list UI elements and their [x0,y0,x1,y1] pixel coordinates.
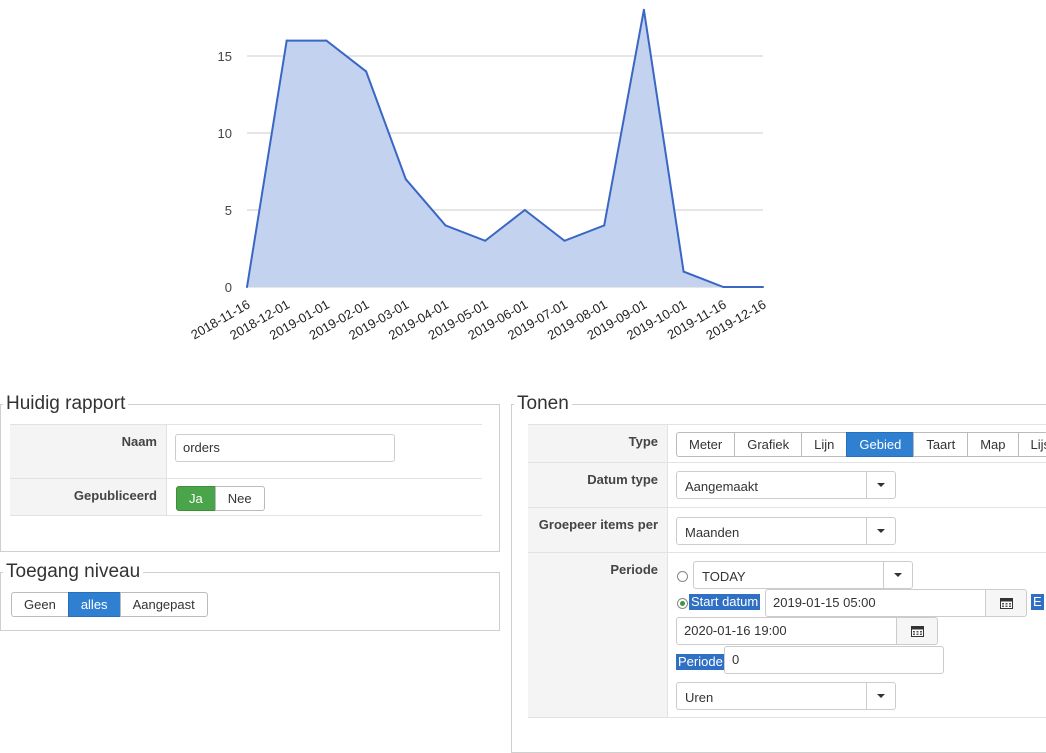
access-custom-button[interactable]: Aangepast [119,592,208,617]
area-chart: 0 5 10 15 2018-11-162018-12-012019-01-01201… [188,8,769,343]
published-row: Gepubliceerd Ja Nee [10,478,482,516]
data-point [682,270,685,273]
start-date-label: Start datum [689,594,761,610]
x-axis-ticks: 2018-11-162018-12-012019-01-012019-02-01… [188,297,768,343]
type-meter-button[interactable]: Meter [676,432,736,457]
access-level-legend: Toegang niveau [6,561,141,582]
group-by-value: Maanden [685,525,740,540]
date-type-select[interactable]: Aangemaakt [676,471,896,499]
published-yes-button[interactable]: Ja [176,486,216,511]
data-point [642,8,645,11]
access-none-button[interactable]: Geen [11,592,69,617]
period-label: Periode [528,553,668,717]
type-label: Type [528,425,668,462]
published-toggle: Ja Nee [176,486,265,511]
calendar-icon [910,626,924,637]
type-gebied-button[interactable]: Gebied [846,432,915,457]
date-type-label: Datum type [528,463,668,507]
chevron-down-icon [866,683,895,709]
name-input[interactable]: orders [175,434,395,462]
data-point [523,209,526,211]
group-by-label: Groepeer items per [528,508,668,552]
data-point [325,39,328,42]
display-legend: Tonen [517,393,569,414]
type-grafiek-button[interactable]: Grafiek [734,432,803,457]
end-date-input[interactable]: 2020-01-16 19:00 [676,617,898,645]
date-type-row: Datum type Aangemaakt [528,462,1046,507]
data-point [404,178,407,181]
data-point [484,239,487,242]
period-preset-select[interactable]: TODAY [693,561,913,589]
y-tick-label: 5 [225,203,232,218]
area-fill [247,9,763,288]
data-point [444,224,447,227]
y-tick-label: 10 [218,126,232,141]
period-preset-value: TODAY [702,569,746,584]
start-date-calendar-button[interactable] [985,589,1027,617]
type-taart-button[interactable]: Taart [913,432,969,457]
published-no-button[interactable]: Nee [214,486,265,511]
start-date-input[interactable]: 2019-01-15 05:00 [765,589,987,617]
type-lijn-button[interactable]: Lijn [801,432,848,457]
data-point [603,224,606,227]
type-lijst-button[interactable]: Lijs [1017,432,1046,457]
y-axis-ticks: 0 5 10 15 [218,49,232,295]
data-point [246,286,248,288]
chevron-down-icon [883,562,912,588]
name-label: Naam [10,425,167,478]
data-point [365,70,368,73]
name-row: Naam orders [10,424,482,478]
chevron-down-icon [866,472,895,498]
start-date-radio[interactable] [677,598,688,609]
chart-type-toggle: Meter Grafiek Lijn Gebied Taart Map Lijs [676,432,1046,457]
period-count-label: Periode [676,654,725,670]
access-all-button[interactable]: alles [67,592,121,617]
type-map-button[interactable]: Map [967,432,1019,457]
end-date-calendar-button[interactable] [896,617,938,645]
y-tick-label: 0 [225,280,232,295]
chevron-down-icon [866,518,895,544]
type-row: Type Meter Grafiek Lijn Gebied Taart Map… [528,424,1046,462]
group-by-row: Groepeer items per Maanden [528,507,1046,552]
calendar-icon [999,598,1013,609]
current-report-legend: Huidig rapport [6,393,126,414]
data-point [722,286,725,288]
data-point [762,286,764,288]
data-point [285,39,288,42]
published-label: Gepubliceerd [10,479,167,515]
data-point [563,239,566,242]
period-count-input[interactable]: 0 [724,646,944,674]
period-unit-value: Uren [685,690,714,705]
y-tick-label: 15 [218,49,232,64]
period-unit-select[interactable]: Uren [676,682,896,710]
period-preset-radio[interactable] [677,571,688,582]
group-by-select[interactable]: Maanden [676,517,896,545]
date-type-value: Aangemaakt [685,479,758,494]
end-date-label: E [1031,594,1044,610]
access-level-toggle: Geen alles Aangepast [11,592,208,617]
